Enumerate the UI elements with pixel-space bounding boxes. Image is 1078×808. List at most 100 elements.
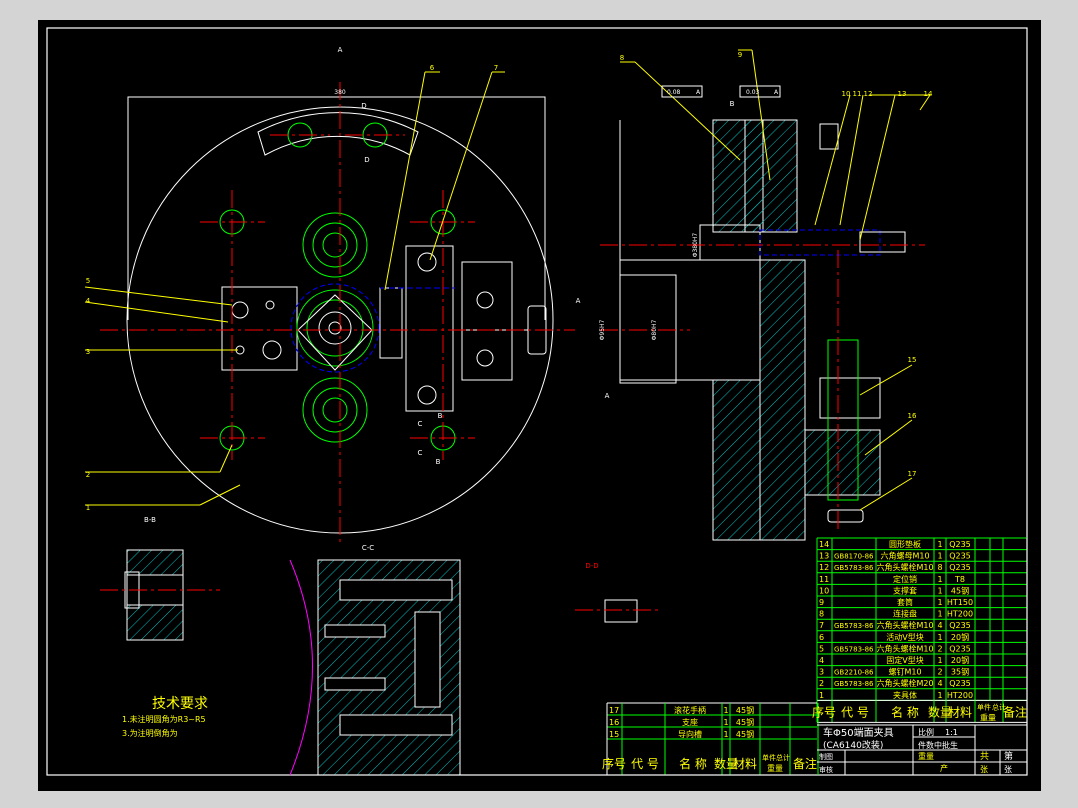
bom-no: 3 xyxy=(819,668,824,677)
bom-material: 20钢 xyxy=(951,655,969,665)
balloon-5: 5 xyxy=(86,277,90,285)
balloon-7: 7 xyxy=(494,64,498,72)
bom-material: Q235 xyxy=(949,644,971,653)
balloon-9: 9 xyxy=(738,51,742,59)
bom-lower-material: 45钢 xyxy=(736,717,754,727)
bom-name: 定位销 xyxy=(893,574,917,584)
total-sheets-label: 共 xyxy=(980,751,989,762)
bom-material: Q235 xyxy=(949,540,971,549)
bom-header-material: 材料 xyxy=(948,705,972,719)
bom-qty: 4 xyxy=(937,621,942,630)
drawing-subtitle: (CA6140改装) xyxy=(823,739,883,751)
bom-material: Q235 xyxy=(949,563,971,572)
bom-header-unit: 单件 xyxy=(977,702,991,711)
bom-qty: 2 xyxy=(937,644,942,653)
bom-name: 螺钉M10 xyxy=(888,667,921,677)
drawing-title: 车Φ50端面夹具 xyxy=(823,726,894,739)
tolerance-2: 0.03 xyxy=(746,89,760,96)
bom-qty: 1 xyxy=(937,552,942,561)
chan-label: 产 xyxy=(940,763,948,773)
drawing-svg: ADDBCCBAB-BC-CD-D380123456 78 910 11 12 13 141… xyxy=(38,20,1041,791)
tech-req-item: 1.未注明圆角为R3~R5 xyxy=(122,714,206,724)
balloon-6: 6 xyxy=(430,64,435,72)
bom-lower-no: 15 xyxy=(609,730,619,739)
view-label-c2: C xyxy=(418,449,423,457)
balloon-10: 10 xyxy=(842,90,851,98)
view-label-d_bot: D xyxy=(364,156,369,164)
balloon-4: 4 xyxy=(86,297,91,305)
balloon-1: 1 xyxy=(86,504,90,512)
bom-lower-weight: 重量 xyxy=(767,763,783,773)
bom-name: 活动V型块 xyxy=(886,632,923,642)
view-label-cc: C-C xyxy=(362,544,374,552)
bom-no: 4 xyxy=(819,656,824,665)
bom-no: 8 xyxy=(819,610,824,619)
bom-no: 13 xyxy=(819,552,829,561)
bom-qty: 1 xyxy=(937,598,942,607)
bom-lower-header-no: 序号 xyxy=(602,756,626,771)
datum-b: B xyxy=(730,100,735,108)
balloon-11: 11 xyxy=(853,90,862,98)
bom-qty: 1 xyxy=(937,656,942,665)
bom-material: 20钢 xyxy=(951,632,969,642)
bom-lower-header-material: 材料 xyxy=(733,757,757,771)
bom-qty: 1 xyxy=(937,586,942,595)
bom-code: GB2210-86 xyxy=(834,669,874,677)
view-label-b2: B xyxy=(436,458,441,466)
bom-header-name: 名 称 xyxy=(891,704,919,719)
sheet-label: 第 xyxy=(1004,750,1013,762)
balloon-14: 14 xyxy=(924,90,933,98)
bom-header-total: 总计 xyxy=(992,702,1006,711)
bom-no: 12 xyxy=(819,563,829,572)
balloon-17: 17 xyxy=(908,470,917,478)
bom-name: 六角头螺栓M20 xyxy=(876,678,933,688)
bom-lower-no: 16 xyxy=(609,718,619,727)
bom-no: 11 xyxy=(819,575,829,584)
bom-lower-total: 总计 xyxy=(776,753,790,762)
bom-lower-header-name: 名 称 xyxy=(679,756,707,771)
bom-no: 5 xyxy=(819,644,824,653)
bom-name: 固定V型块 xyxy=(886,655,923,665)
zhang-2: 张 xyxy=(1004,765,1012,774)
dimension-380: 380 xyxy=(334,89,346,96)
zhang-1: 张 xyxy=(980,765,988,774)
bom-name: 六角头螺栓M10 xyxy=(876,643,933,653)
view-label-a: A xyxy=(338,46,343,54)
bom-no: 14 xyxy=(819,540,829,549)
bom-material: HT200 xyxy=(947,610,973,619)
bom-name: 六角头螺栓M10 xyxy=(876,620,933,630)
bom-material: 45钢 xyxy=(951,585,969,595)
bom-name: 六角螺母M10 xyxy=(880,551,929,561)
bom-lower-name: 支座 xyxy=(682,717,698,727)
view-label-d_top: D xyxy=(361,102,366,110)
bom-material: HT200 xyxy=(947,691,973,700)
bom-code: GB8170-86 xyxy=(834,553,874,561)
bom-no: 6 xyxy=(819,633,824,642)
bom-qty: 1 xyxy=(937,540,942,549)
bom-lower-qty: 1 xyxy=(723,718,728,727)
bom-name: 夹具体 xyxy=(893,690,917,700)
bom-qty: 2 xyxy=(937,668,942,677)
bom-no: 1 xyxy=(819,691,824,700)
tech-req-item: 3.为注明倒角为 xyxy=(122,728,178,738)
bom-lower-header-code: 代 号 xyxy=(631,757,659,771)
balloon-3: 3 xyxy=(86,348,90,356)
bom-qty: 8 xyxy=(937,563,942,572)
bom-lower-name: 导向槽 xyxy=(678,729,702,739)
bom-lower-unit: 单件 xyxy=(762,753,776,762)
bom-lower-material: 45钢 xyxy=(736,705,754,715)
balloon-13: 13 xyxy=(898,90,907,98)
batch-label: 件数中批生 xyxy=(918,740,958,750)
scale-label: 比例 xyxy=(918,727,934,737)
diameter-dim-d3: Φ80H7 xyxy=(651,319,658,340)
cad-drawing-canvas: A D D B C C B A B-B C-C D-D 380 1 2 3 4 5 6 7 8 9 10 11 12 13 14 1… xyxy=(0,0,1078,808)
bom-lower-no: 17 xyxy=(609,706,619,715)
bom-header-code: 代 号 xyxy=(841,705,869,719)
view-label-dd: D-D xyxy=(585,562,598,570)
view-label-a_right: A xyxy=(576,297,581,305)
bom-qty: 1 xyxy=(937,610,942,619)
bom-name: 套筒 xyxy=(897,597,913,607)
datum-a: A xyxy=(605,392,610,400)
balloon-12: 12 xyxy=(864,90,873,98)
drawn-by: 制图 xyxy=(819,752,833,761)
